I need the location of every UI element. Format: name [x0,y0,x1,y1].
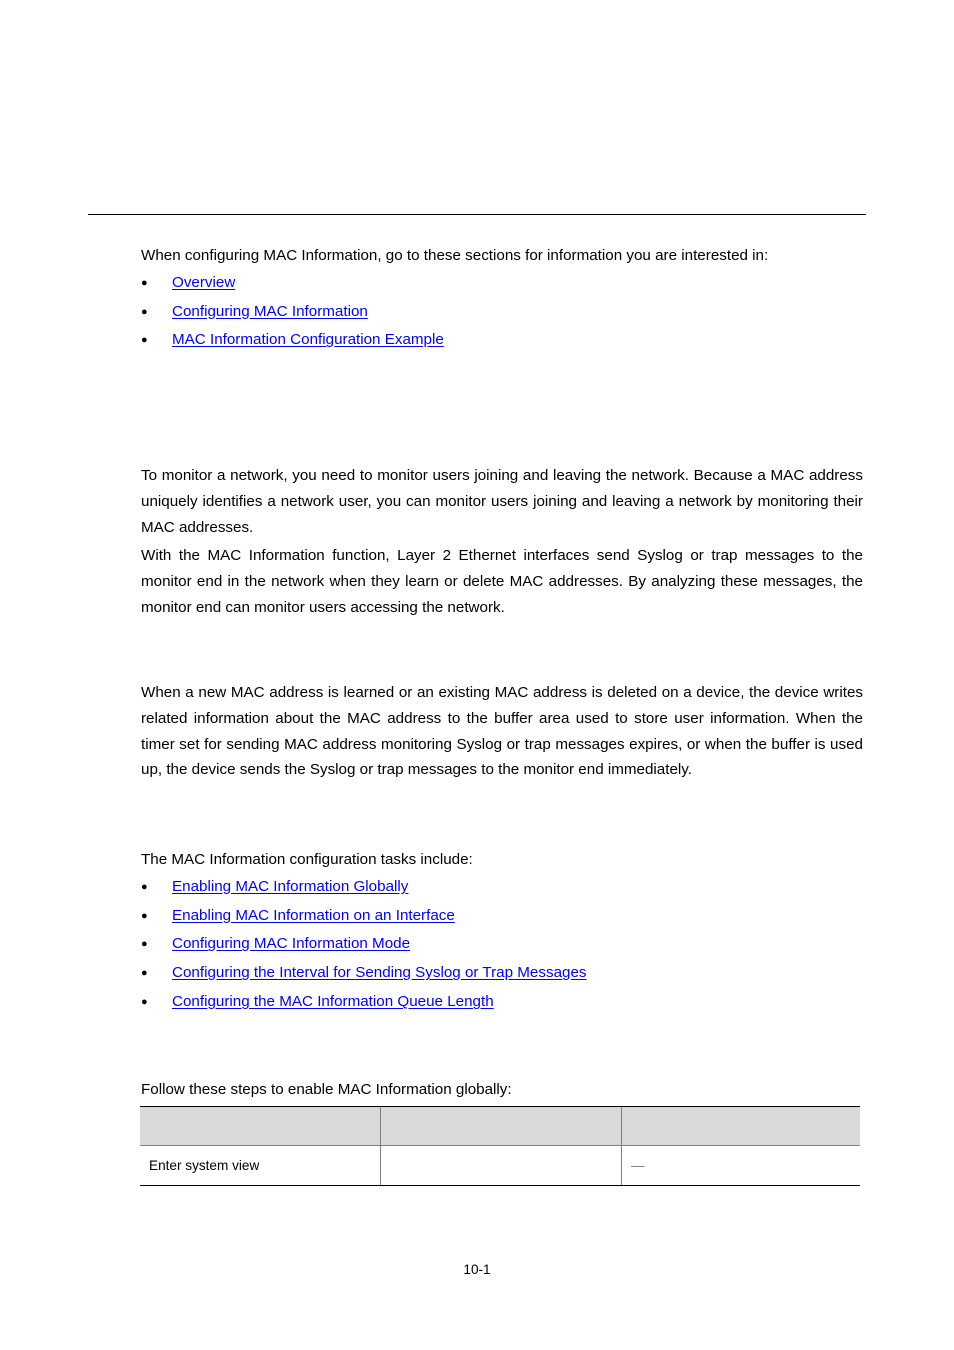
steps-intro: Follow these steps to enable MAC Informa… [141,1081,512,1098]
working-paragraph: When a new MAC address is learned or an … [141,684,863,779]
page-number: 10-1 [463,1262,491,1277]
steps-table: Enter system view — [140,1106,860,1186]
table-header-cell [621,1106,860,1146]
tasks-intro: The MAC Information configuration tasks … [141,851,473,868]
table-header-cell [380,1106,622,1146]
bullet-icon: ● [141,995,148,1008]
link-interval[interactable]: Configuring the Interval for Sending Sys… [172,964,587,981]
toc-list: ● Overview ● Configuring MAC Information ●… [141,269,863,355]
intro-text: When configuring MAC Information, go to … [141,247,769,264]
bullet-icon: ● [141,909,148,922]
list-item: ● Configuring the MAC Information Queue L… [141,988,863,1017]
steps-section: Follow these steps to enable MAC Informa… [141,1077,863,1103]
link-enable-interface[interactable]: Enabling MAC Information on an Interface [172,907,455,924]
header-rule [88,214,866,215]
list-item: ● Configuring MAC Information Mode [141,930,863,959]
overview-section: To monitor a network, you need to monito… [141,463,863,621]
bullet-icon: ● [141,938,148,951]
table-cell-remarks: — [621,1145,860,1186]
list-item: ● Configuring the Interval for Sending Sy… [141,959,863,988]
list-item: ● MAC Information Configuration Example [141,326,863,355]
table-header-cell [140,1106,381,1146]
link-configuration-example[interactable]: MAC Information Configuration Example [172,331,444,348]
link-queue-length[interactable]: Configuring the MAC Information Queue Le… [172,993,494,1010]
link-overview[interactable]: Overview [172,274,235,291]
table-cell-command [380,1145,622,1186]
overview-paragraph: To monitor a network, you need to monito… [141,467,863,536]
bullet-icon: ● [141,276,148,289]
table-row: Enter system view — [140,1145,860,1186]
bullet-icon: ● [141,880,148,893]
table-header-row [140,1106,860,1146]
task-list: ● Enabling MAC Information Globally ● Enab… [141,873,863,1017]
link-enable-globally[interactable]: Enabling MAC Information Globally [172,878,408,895]
list-item: ● Overview [141,269,863,298]
bullet-icon: ● [141,334,148,347]
tasks-section: The MAC Information configuration tasks … [141,847,863,1017]
link-configuring-mac-information[interactable]: Configuring MAC Information [172,303,368,320]
link-info-mode[interactable]: Configuring MAC Information Mode [172,935,410,952]
table-cell-operation: Enter system view [140,1145,381,1186]
working-section: When a new MAC address is learned or an … [141,680,863,783]
intro-section: When configuring MAC Information, go to … [141,243,863,355]
list-item: ● Enabling MAC Information on an Interfac… [141,902,863,931]
overview-paragraph: With the MAC Information function, Layer… [141,547,863,616]
bullet-icon: ● [141,305,148,318]
list-item: ● Configuring MAC Information [141,298,863,327]
list-item: ● Enabling MAC Information Globally [141,873,863,902]
bullet-icon: ● [141,967,148,980]
